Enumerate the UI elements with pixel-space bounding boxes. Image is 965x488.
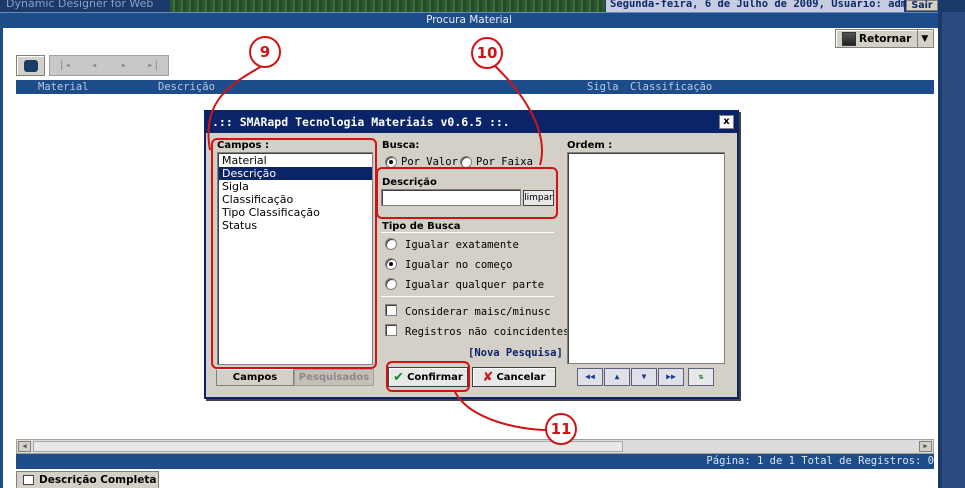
callout-box-search [376, 167, 558, 219]
callout-10: 10 [471, 37, 503, 69]
annotation-lines [207, 63, 549, 431]
callout-box-confirm [386, 361, 470, 392]
callout-11: 11 [545, 413, 577, 445]
callout-9: 9 [249, 36, 281, 68]
callout-box-fields [211, 138, 377, 369]
